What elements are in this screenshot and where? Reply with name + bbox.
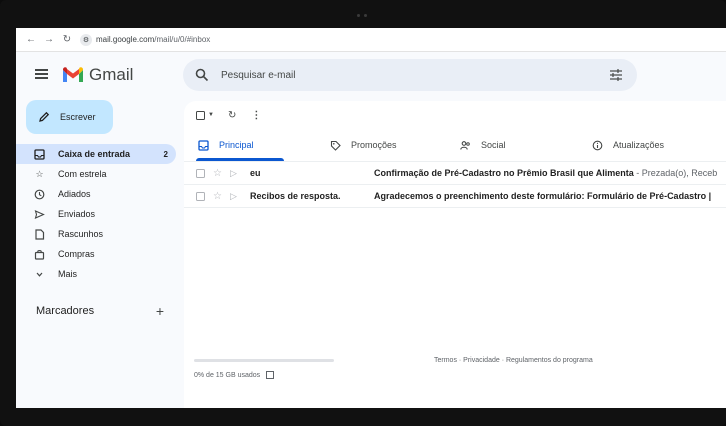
tab-label: Principal (219, 140, 254, 150)
sidebar-item-label: Mais (58, 269, 78, 279)
email-subject-line: Agradecemos o preenchimento deste formul… (374, 191, 711, 201)
inbox-icon (198, 139, 209, 151)
select-all-checkbox[interactable] (196, 110, 205, 120)
sidebar-item-drafts[interactable]: Rascunhos (16, 224, 176, 244)
sidebar-item-label: Compras (58, 249, 95, 259)
importance-marker-icon[interactable]: ▷ (230, 168, 237, 179)
gmail-logo[interactable]: Gmail (62, 62, 133, 88)
main-menu-icon[interactable] (35, 69, 48, 79)
tag-icon (330, 140, 341, 151)
tab-principal[interactable]: Principal (196, 129, 283, 161)
url-host: mail.google.com (96, 35, 155, 44)
app-name: Gmail (89, 65, 134, 84)
email-sender: Recibos de resposta. (250, 191, 341, 201)
storage-meter: 0% de 15 GB usados (194, 359, 334, 379)
gmail-header: Gmail (16, 51, 726, 101)
reload-icon[interactable]: ↻ (60, 34, 74, 45)
chevron-down-icon (34, 269, 45, 280)
category-tabs: Principal Promoções Social Atualizações (184, 129, 726, 162)
sidebar-item-snoozed[interactable]: Adiados (16, 184, 176, 204)
star-icon: ☆ (35, 168, 44, 179)
people-icon (460, 140, 471, 151)
storage-text: 0% de 15 GB usados (194, 371, 261, 379)
send-icon (34, 209, 45, 220)
compose-button[interactable]: Escrever (26, 100, 113, 134)
browser-toolbar: ← → ↻ ⚙ mail.google.com/mail/u/0/#inbox (16, 28, 726, 52)
email-row[interactable]: ☆ ▷ eu Confirmação de Pré-Cadastro no Pr… (184, 162, 726, 185)
clock-icon (34, 189, 45, 200)
email-row[interactable]: ☆ ▷ Recibos de resposta. Agradecemos o p… (184, 185, 726, 208)
sidebar-item-inbox[interactable]: Caixa de entrada 2 (16, 144, 176, 164)
screen: ← → ↻ ⚙ mail.google.com/mail/u/0/#inbox … (16, 28, 726, 408)
search-bar[interactable] (183, 59, 637, 91)
email-subject-line: Confirmação de Pré-Cadastro no Prêmio Br… (374, 168, 717, 178)
sidebar-item-purchases[interactable]: Compras (16, 244, 176, 264)
email-checkbox[interactable] (196, 168, 205, 178)
inbox-icon (34, 148, 45, 160)
sidebar-item-label: Adiados (58, 189, 91, 199)
compose-label: Escrever (60, 112, 96, 122)
mail-list-panel: ▼ ↻ ⋮ Principal Promoções Social Atualiz… (184, 101, 726, 408)
sidebar-item-label: Enviados (58, 209, 96, 219)
pencil-icon (39, 111, 50, 122)
info-icon (592, 140, 603, 151)
tab-atualizacoes[interactable]: Atualizações (592, 129, 664, 161)
search-input[interactable] (219, 68, 583, 82)
sidebar-item-label: Com estrela (58, 169, 107, 179)
tab-label: Atualizações (613, 140, 665, 150)
sidebar-item-starred[interactable]: ☆ Com estrela (16, 164, 176, 184)
url-path: /mail/u/0/#inbox (154, 35, 211, 44)
email-sender: eu (250, 168, 261, 178)
sidebar-item-label: Rascunhos (58, 229, 104, 239)
address-bar[interactable]: ⚙ mail.google.com/mail/u/0/#inbox (80, 32, 210, 47)
email-checkbox[interactable] (196, 191, 205, 201)
footer-links[interactable]: Termos · Privacidade · Regulamentos do p… (434, 357, 593, 364)
search-icon[interactable] (195, 68, 209, 82)
search-options-icon[interactable] (609, 68, 623, 82)
more-options-icon[interactable]: ⋮ (251, 110, 261, 121)
storage-bar (194, 359, 334, 362)
sidebar-item-sent[interactable]: Enviados (16, 204, 176, 224)
camera-dots (355, 14, 371, 18)
labels-section-header: Marcadores + (36, 303, 164, 319)
unread-count: 2 (163, 149, 168, 159)
importance-marker-icon[interactable]: ▷ (230, 191, 237, 202)
back-icon[interactable]: ← (24, 34, 38, 45)
sidebar-item-more[interactable]: Mais (16, 264, 176, 284)
shopping-bag-icon (34, 249, 45, 260)
forward-icon[interactable]: → (42, 34, 56, 45)
tab-label: Promoções (351, 140, 397, 150)
tab-promocoes[interactable]: Promoções (330, 129, 397, 161)
email-snippet: - Prezada(o), Receb (633, 168, 718, 178)
sidebar-item-label: Caixa de entrada (58, 149, 131, 159)
list-toolbar: ▼ ↻ ⋮ (196, 105, 261, 125)
star-icon[interactable]: ☆ (213, 191, 222, 202)
storage-text-row: 0% de 15 GB usados (194, 371, 334, 379)
draft-icon (34, 228, 45, 240)
star-icon[interactable]: ☆ (213, 168, 222, 179)
tab-social[interactable]: Social (460, 129, 506, 161)
select-dropdown-icon[interactable]: ▼ (208, 112, 214, 118)
site-info-icon[interactable]: ⚙ (80, 33, 92, 46)
gmail-m-icon (63, 67, 83, 82)
open-in-new-icon[interactable] (266, 371, 275, 379)
labels-heading: Marcadores (36, 305, 95, 317)
email-subject: Agradecemos o preenchimento deste formul… (374, 191, 712, 201)
add-label-icon[interactable]: + (156, 303, 164, 319)
sidebar-nav: Caixa de entrada 2 ☆ Com estrela Adiados… (16, 144, 176, 284)
email-subject: Confirmação de Pré-Cadastro no Prêmio Br… (374, 168, 634, 178)
refresh-icon[interactable]: ↻ (228, 110, 236, 121)
tab-label: Social (481, 140, 506, 150)
